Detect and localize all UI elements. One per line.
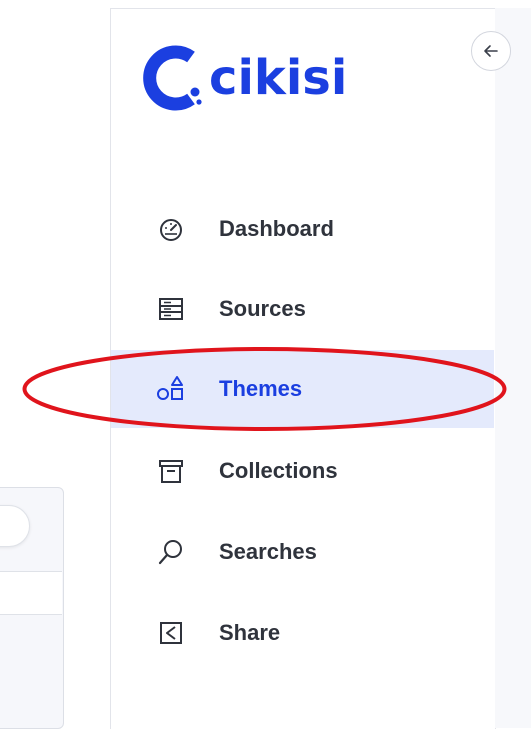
sidebar-item-label: Searches: [219, 539, 317, 564]
arrow-left-icon: [484, 45, 498, 57]
shapes-icon: [156, 374, 186, 404]
sidebar-item-label: Collections: [219, 458, 338, 483]
content-edge: [495, 8, 531, 728]
sidebar-item-dashboard[interactable]: Dashboard: [111, 190, 494, 268]
brand-name: cikisi: [209, 50, 348, 106]
search-icon: [156, 537, 186, 567]
logo-mark-icon: [143, 45, 202, 111]
sidebar-item-label: Themes: [219, 376, 303, 401]
share-icon: [156, 618, 186, 648]
sidebar-item-label: Dashboard: [219, 216, 334, 241]
archive-box-icon: [156, 456, 186, 486]
sidebar-item-themes[interactable]: Themes: [111, 350, 494, 428]
sidebar-item-searches[interactable]: Searches: [111, 513, 494, 591]
brand-logo[interactable]: cikisi: [143, 38, 347, 118]
sidebar-item-collections[interactable]: Collections: [111, 432, 494, 510]
collapse-sidebar-button[interactable]: [471, 31, 511, 71]
sidebar-item-share[interactable]: Share: [111, 594, 494, 672]
sidebar-item-sources[interactable]: Sources: [111, 270, 494, 348]
sidebar-item-label: Sources: [219, 296, 306, 321]
server-icon: [156, 294, 186, 324]
gauge-icon: [156, 214, 186, 244]
sidebar-item-label: Share: [219, 620, 281, 645]
background-input-row[interactable]: [0, 571, 62, 615]
